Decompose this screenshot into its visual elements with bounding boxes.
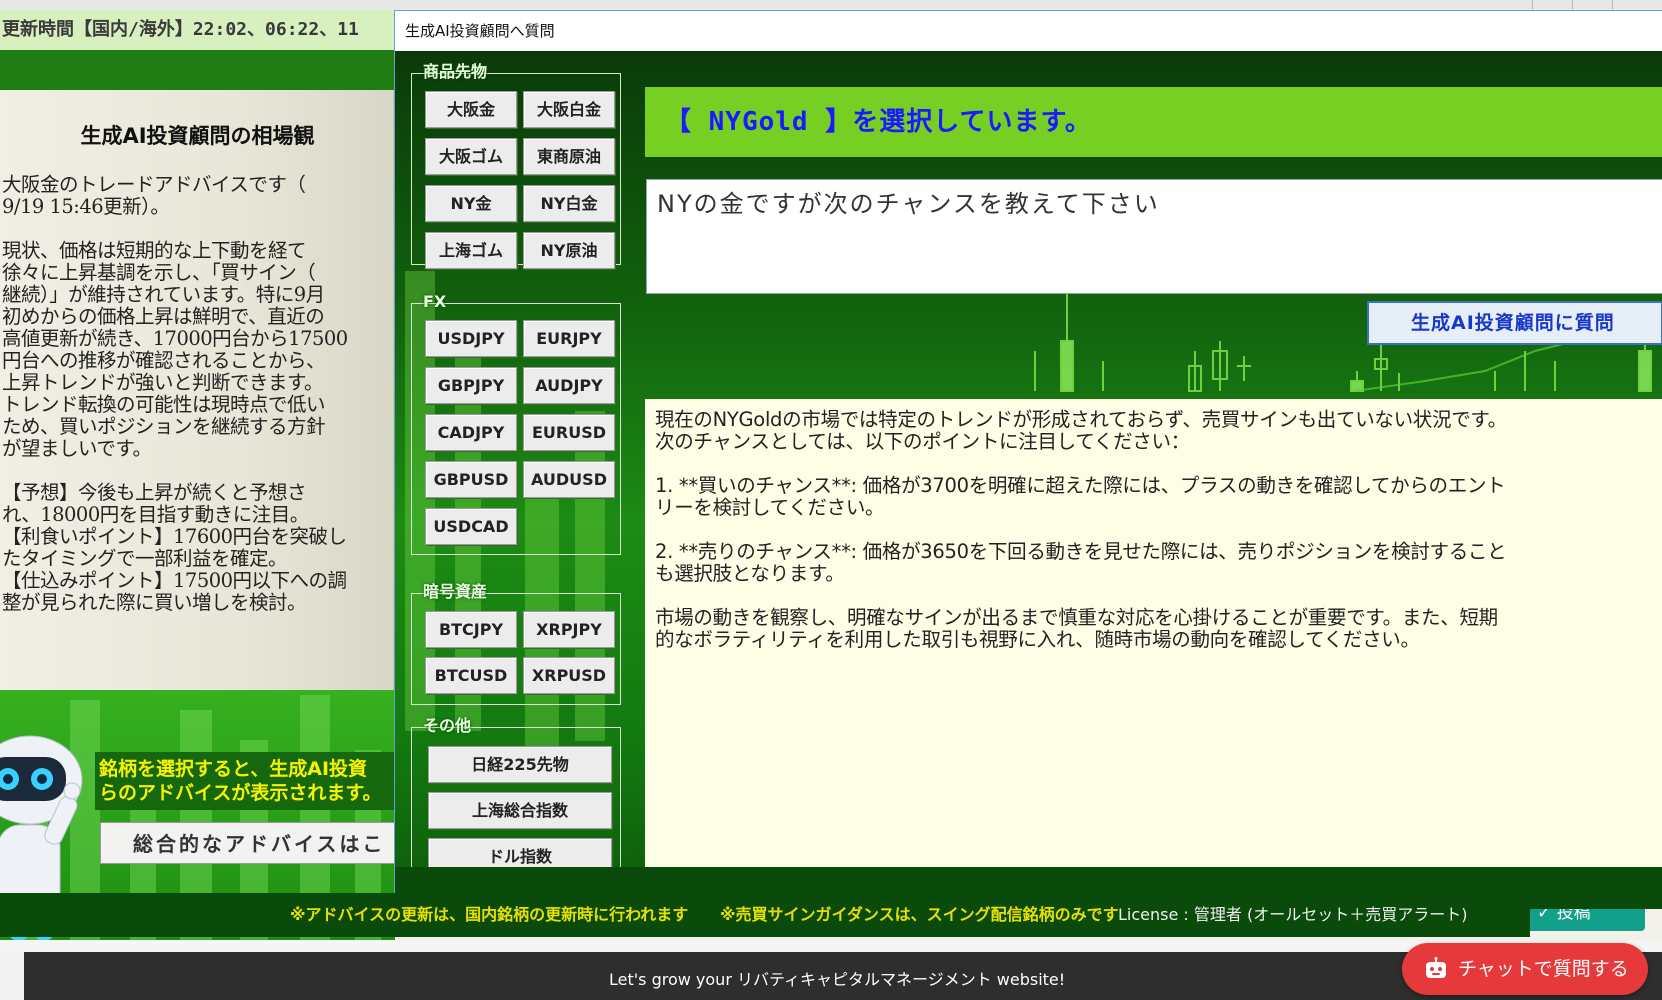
other-group: その他 日経225先物 上海総合指数 ドル指数 <box>411 716 621 887</box>
crypto-label: 暗号資産 <box>423 582 488 601</box>
chat-question-button[interactable]: チャットで質問する <box>1402 943 1648 995</box>
other-label: その他 <box>423 716 472 735</box>
symbol-button-gbpusd[interactable]: GBPUSD <box>425 461 517 498</box>
symbol-button-cadjpy[interactable]: CADJPY <box>425 414 517 451</box>
license-label: License : 管理者 (オールセット＋売買アラート) <box>1118 905 1468 924</box>
symbol-button-audjpy[interactable]: AUDJPY <box>523 367 615 404</box>
advice-update-notice: ※アドバイスの更新は、国内銘柄の更新時に行われます <box>290 905 689 924</box>
symbol-button-gbpjpy[interactable]: GBPJPY <box>425 367 517 404</box>
symbol-button-audusd[interactable]: AUDUSD <box>523 461 615 498</box>
crypto-group: 暗号資産 BTCJPY XRPJPY BTCUSD XRPUSD <box>411 582 621 705</box>
symbol-button-usdcad[interactable]: USDCAD <box>425 508 517 545</box>
background-title-strip <box>0 0 1662 10</box>
window-maximize-control[interactable] <box>1572 0 1612 10</box>
selected-symbol-banner: 【 NYGold 】を選択しています。 <box>645 87 1662 157</box>
symbol-button-eurusd[interactable]: EURUSD <box>523 414 615 451</box>
symbol-button-btcjpy[interactable]: BTCJPY <box>425 611 517 648</box>
left-gutter <box>0 952 24 1000</box>
symbol-button-eurjpy[interactable]: EURJPY <box>523 320 615 357</box>
fx-label: FX <box>423 292 447 311</box>
commodity-futures-group: 商品先物 大阪金 大阪白金 大阪ゴム 東商原油 NY金 NY白金 上海ゴム NY… <box>411 62 621 269</box>
symbol-button-usdjpy[interactable]: USDJPY <box>425 320 517 357</box>
symbol-button-osaka-gold[interactable]: 大阪金 <box>425 91 517 128</box>
chat-bot-icon <box>1426 957 1446 978</box>
market-view-panel: 生成AI投資顧問の相場観 大阪金のトレードアドバイスです（ 9/19 15:46… <box>0 90 395 690</box>
window-restore-control[interactable] <box>1532 0 1572 10</box>
symbol-button-ny-crude[interactable]: NY原油 <box>523 232 615 269</box>
symbol-button-xrpusd[interactable]: XRPUSD <box>523 657 615 694</box>
ask-ai-advisor-button[interactable]: 生成AI投資顧問に質問 <box>1367 301 1662 345</box>
symbol-button-osaka-platinum[interactable]: 大阪白金 <box>523 91 615 128</box>
ai-answer-text: 現在のNYGoldの市場では特定のトレンドが形成されておらず、売買サインも出てい… <box>645 399 1662 881</box>
symbol-button-xrpjpy[interactable]: XRPJPY <box>523 611 615 648</box>
fx-group: FX USDJPY EURJPY GBPJPY AUDJPY CADJPY EU… <box>411 292 621 555</box>
commodity-futures-label: 商品先物 <box>423 62 488 81</box>
overall-advice-button[interactable]: 総合的なアドバイスはこ <box>100 822 395 864</box>
chat-button-label: チャットで質問する <box>1458 958 1629 980</box>
dialog-body: 商品先物 大阪金 大阪白金 大阪ゴム 東商原油 NY金 NY白金 上海ゴム NY… <box>395 51 1662 907</box>
dialog-title: 生成AI投資顧問へ質問 <box>405 22 555 40</box>
question-input[interactable]: NYの金ですが次のチャンスを教えて下さい <box>646 179 1662 294</box>
market-view-title: 生成AI投資顧問の相場観 <box>80 124 315 148</box>
symbol-button-shanghai-rubber[interactable]: 上海ゴム <box>425 232 517 269</box>
window-close-control[interactable] <box>1612 0 1652 10</box>
ai-advisor-dialog: 生成AI投資顧問へ質問 商品先物 大阪金 大阪白金 大阪ゴム 東商原油 NY金 … <box>394 10 1662 909</box>
symbol-button-ny-platinum[interactable]: NY白金 <box>523 185 615 222</box>
select-hint-line-2: らのアドバイスが表示されます。 <box>99 782 382 804</box>
notice-bar: ※アドバイスの更新は、国内銘柄の更新時に行われます ※売買サインガイダンスは、ス… <box>0 893 1530 937</box>
symbol-button-osaka-rubber[interactable]: 大阪ゴム <box>425 138 517 175</box>
symbol-button-shanghai-composite[interactable]: 上海総合指数 <box>428 792 612 829</box>
symbol-button-btcusd[interactable]: BTCUSD <box>425 657 517 694</box>
dialog-titlebar[interactable]: 生成AI投資顧問へ質問 <box>395 11 1662 51</box>
background-green-strip <box>0 50 395 90</box>
symbol-button-ny-gold[interactable]: NY金 <box>425 185 517 222</box>
select-hint-label: 銘柄を選択すると、生成AI投資 らのアドバイスが表示されます。 <box>95 752 395 810</box>
symbol-button-nikkei225[interactable]: 日経225先物 <box>428 746 612 783</box>
update-time-bar: 更新時間【国内/海外】22:02、06:22、11 <box>0 10 395 50</box>
select-hint-line-1: 銘柄を選択すると、生成AI投資 <box>99 758 368 780</box>
market-view-text: 大阪金のトレードアドバイスです（ 9/19 15:46更新）。 現状、価格は短期… <box>2 173 348 614</box>
signal-guidance-notice: ※売買サインガイダンスは、スイング配信銘柄のみです <box>720 905 1119 924</box>
website-banner-text: Let's grow your リバティキャピタルマネージメント website… <box>609 970 1066 989</box>
symbol-button-tocom-crude[interactable]: 東商原油 <box>523 138 615 175</box>
